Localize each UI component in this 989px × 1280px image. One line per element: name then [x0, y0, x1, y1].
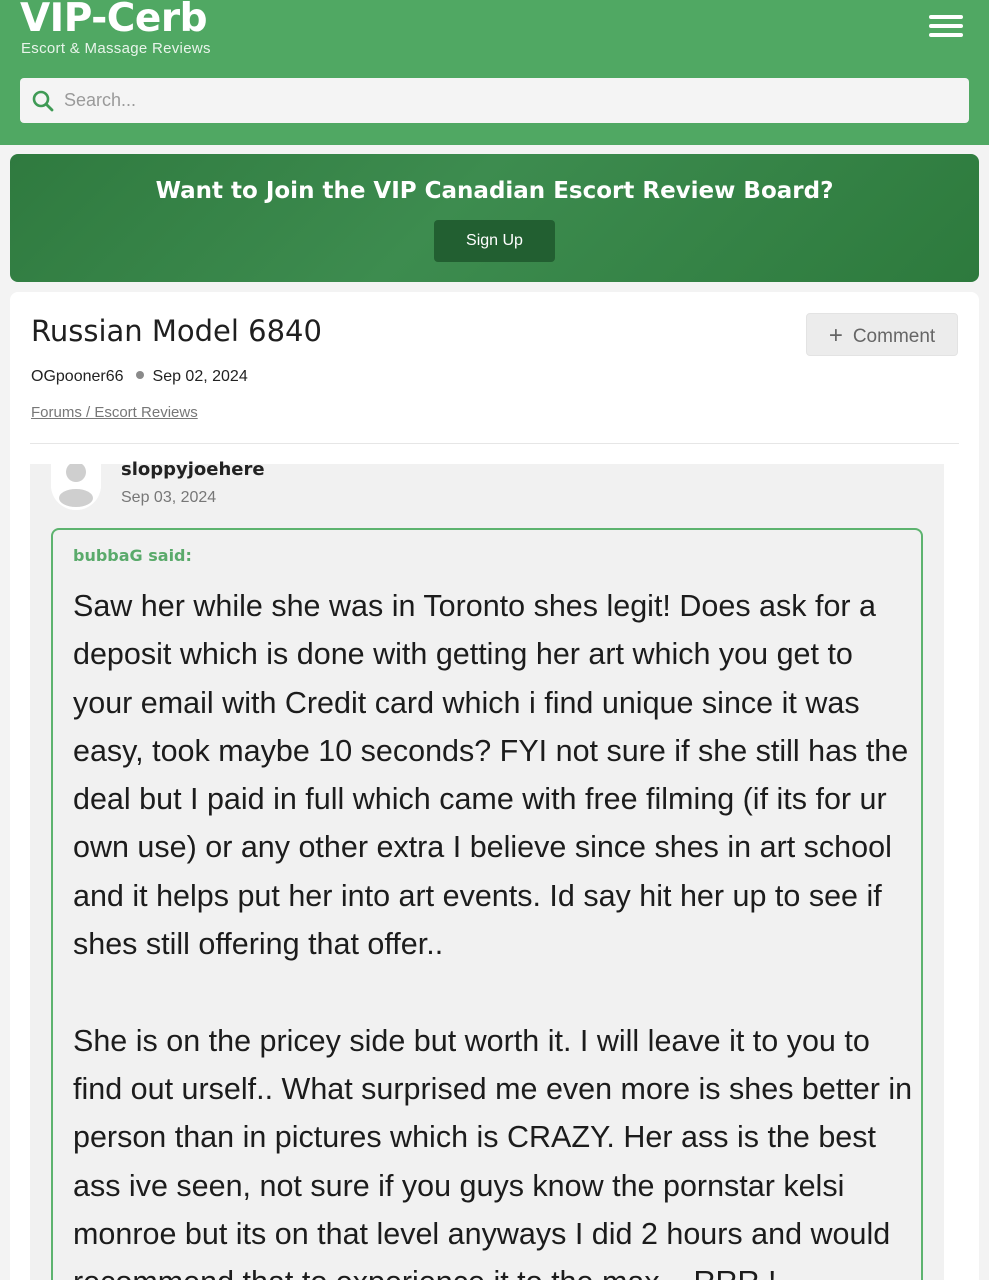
search-icon [32, 90, 54, 112]
site-logo[interactable]: VIP-Cerb [20, 0, 208, 41]
separator-dot [135, 371, 144, 379]
post-card: Russian Model 6840 + Comment OGpooner66 Se… [10, 292, 979, 1280]
divider [30, 443, 959, 444]
reply-date: Sep 03, 2024 [121, 489, 217, 506]
avatar[interactable] [51, 464, 101, 510]
post-date: Sep 02, 2024 [152, 368, 248, 385]
quote-paragraph: She is on the pricey side but worth it. … [73, 1023, 913, 1280]
site-header: VIP-Cerb Escort & Massage Reviews [0, 0, 989, 145]
reply-username[interactable]: sloppyjoehere [121, 459, 265, 480]
banner-title: Want to Join the VIP Canadian Escort Rev… [155, 178, 834, 204]
hamburger-menu-icon[interactable] [928, 12, 964, 40]
site-tagline: Escort & Massage Reviews [21, 40, 211, 57]
search-input[interactable] [64, 78, 954, 123]
join-banner: Want to Join the VIP Canadian Escort Rev… [10, 154, 979, 282]
user-avatar-icon [51, 464, 101, 510]
quote-text: Saw her while she was in Toronto shes le… [73, 582, 913, 1280]
sign-up-button[interactable]: Sign Up [434, 220, 555, 262]
page-title: Russian Model 6840 [31, 314, 322, 348]
plus-icon: + [828, 321, 843, 349]
search-bar[interactable] [20, 78, 969, 123]
reply-post: sloppyjoehere Sep 03, 2024 bubbaG said: … [30, 459, 944, 1280]
comment-button-label: Comment [852, 325, 936, 347]
breadcrumb[interactable]: Forums / Escort Reviews [31, 404, 198, 421]
post-author[interactable]: OGpooner66 [31, 368, 124, 385]
quote-block: bubbaG said: Saw her while she was in To… [51, 528, 923, 1280]
post-meta: OGpooner66 Sep 02, 2024 [31, 368, 248, 386]
quote-author[interactable]: bubbaG said: [73, 546, 192, 565]
quote-paragraph: Saw her while she was in Toronto shes le… [73, 589, 909, 962]
comment-button[interactable]: + Comment [806, 313, 958, 356]
